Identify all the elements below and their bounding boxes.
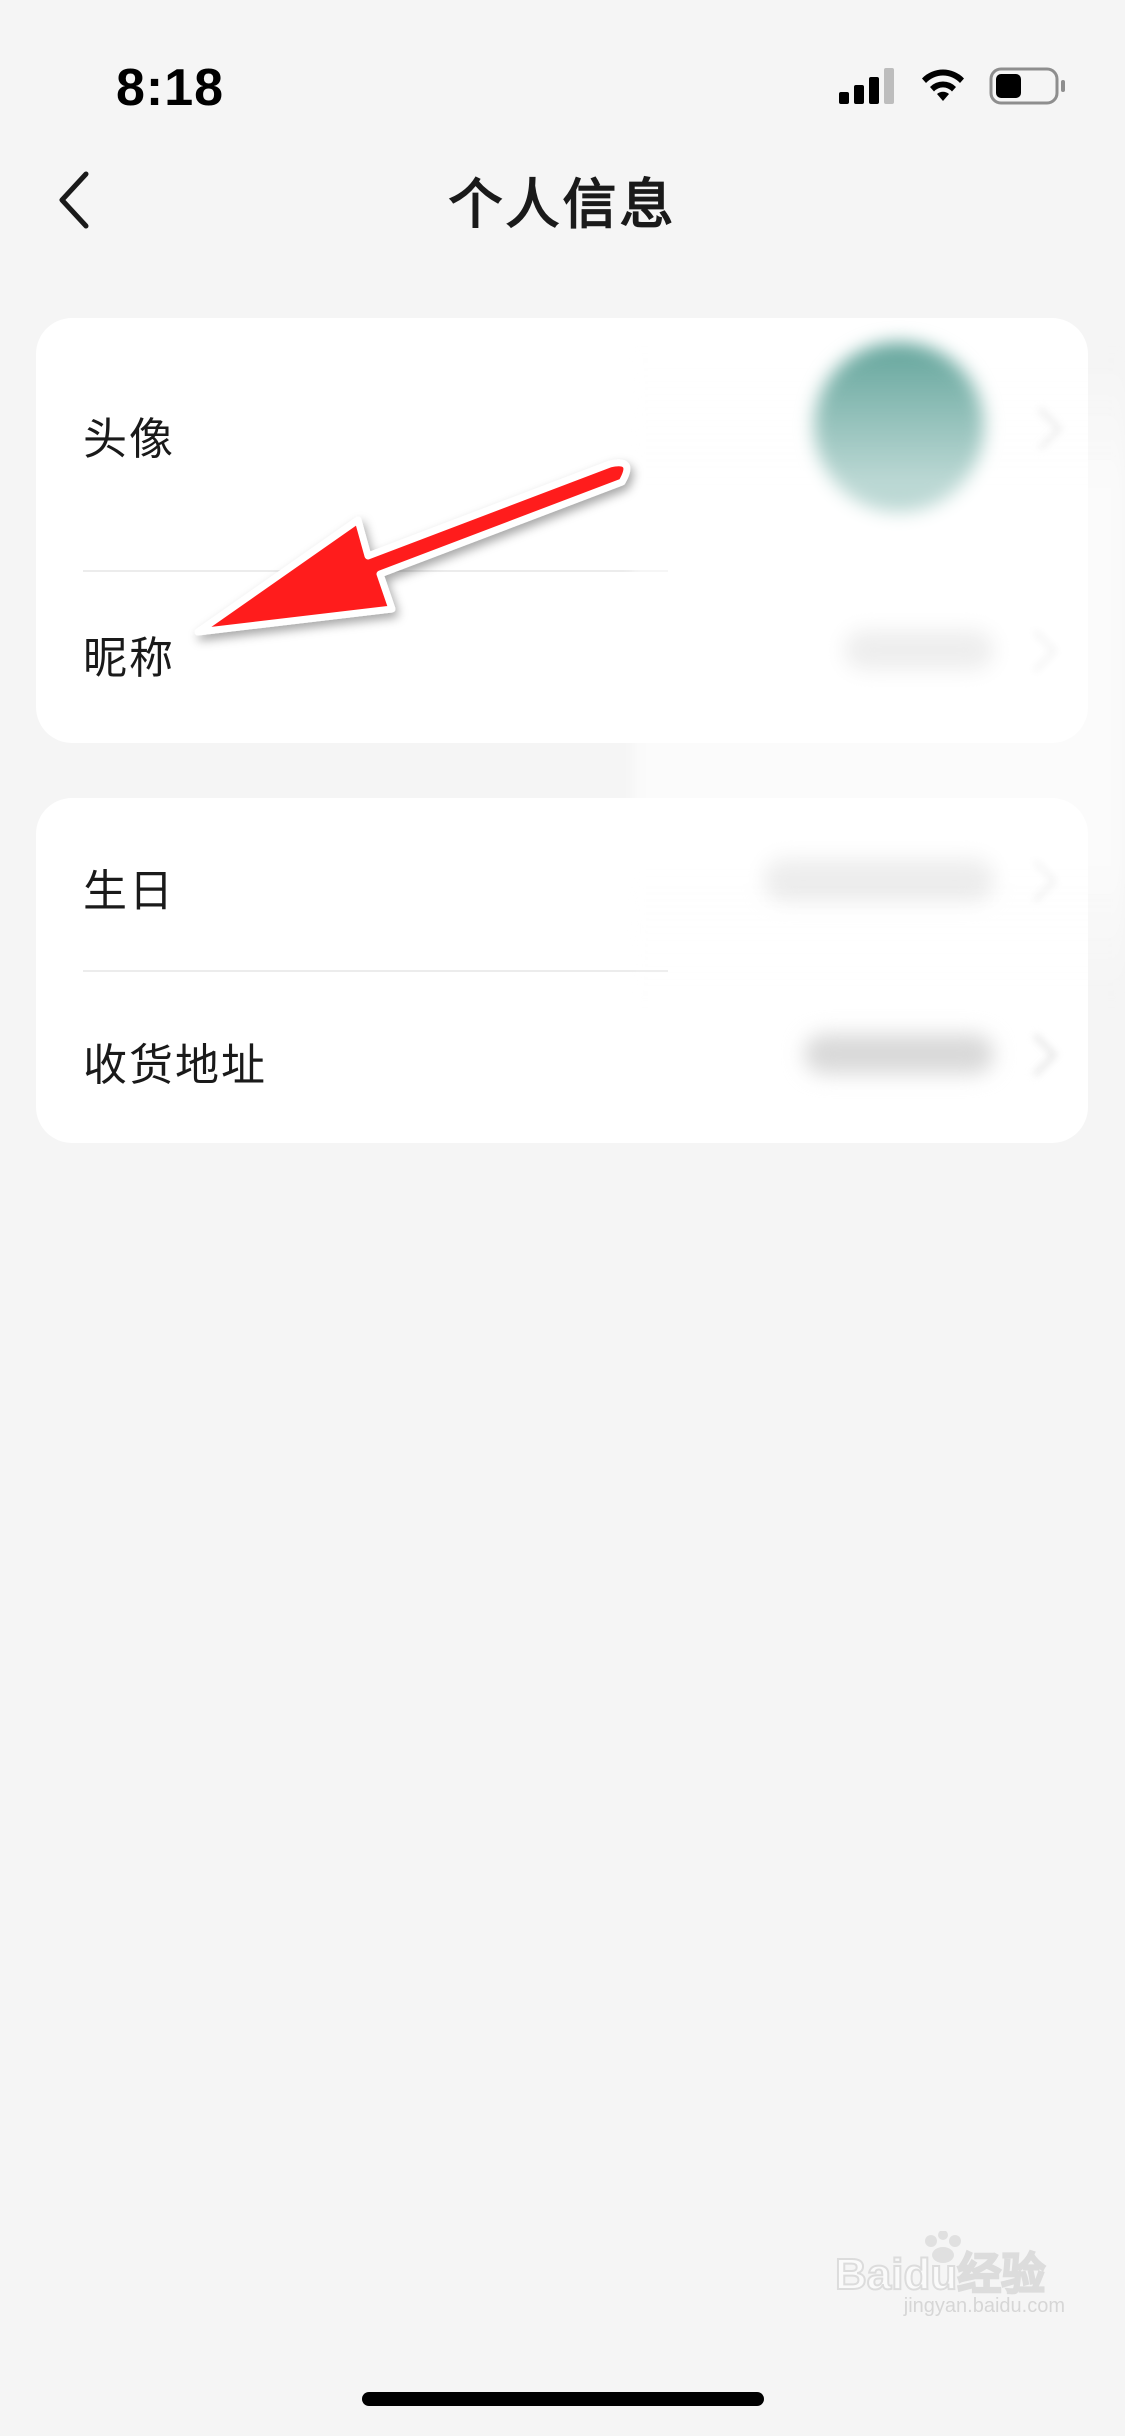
svg-text:Baidu经验: Baidu经验 xyxy=(835,2250,1045,2295)
row-avatar[interactable]: 头像 xyxy=(36,318,1088,540)
row-label-nickname: 昵称 xyxy=(83,633,175,684)
row-label-avatar: 头像 xyxy=(83,414,175,465)
row-label-address: 收货地址 xyxy=(83,1040,267,1091)
wifi-icon xyxy=(922,69,964,101)
cellular-signal-icon xyxy=(839,68,894,104)
watermark-url: jingyan.baidu.com xyxy=(903,2295,1065,2317)
screen: 8:18 个人信息 头像 昵称 生日 收货地址 Baidu经验 jingyan.… xyxy=(0,0,1125,2436)
nickname-value-blurred xyxy=(844,630,994,670)
home-indicator[interactable] xyxy=(362,2392,764,2406)
status-icons xyxy=(839,66,1067,106)
profile-card-basic: 头像 昵称 xyxy=(36,318,1088,743)
status-time: 8:18 xyxy=(116,59,225,117)
profile-card-extra: 生日 收货地址 xyxy=(36,798,1088,1143)
chevron-right-icon xyxy=(1014,1033,1058,1077)
row-label-birthday: 生日 xyxy=(83,866,175,917)
chevron-right-icon xyxy=(1014,859,1058,903)
birthday-value-blurred xyxy=(764,858,994,900)
row-address[interactable]: 收货地址 xyxy=(36,972,1088,1143)
chevron-right-icon xyxy=(1014,629,1058,673)
chevron-right-icon xyxy=(1019,407,1063,451)
row-nickname[interactable]: 昵称 xyxy=(36,572,1088,743)
battery-icon xyxy=(989,67,1065,105)
nav-bar: 个人信息 xyxy=(0,150,1125,250)
watermark: Baidu经验 jingyan.baidu.com xyxy=(835,2231,1065,2318)
status-bar: 8:18 xyxy=(0,0,1125,150)
row-birthday[interactable]: 生日 xyxy=(36,798,1088,970)
address-value-blurred xyxy=(804,1034,994,1074)
watermark-logo: Baidu经验 xyxy=(835,2231,1046,2295)
page-title: 个人信息 xyxy=(448,173,677,236)
avatar xyxy=(814,342,984,512)
